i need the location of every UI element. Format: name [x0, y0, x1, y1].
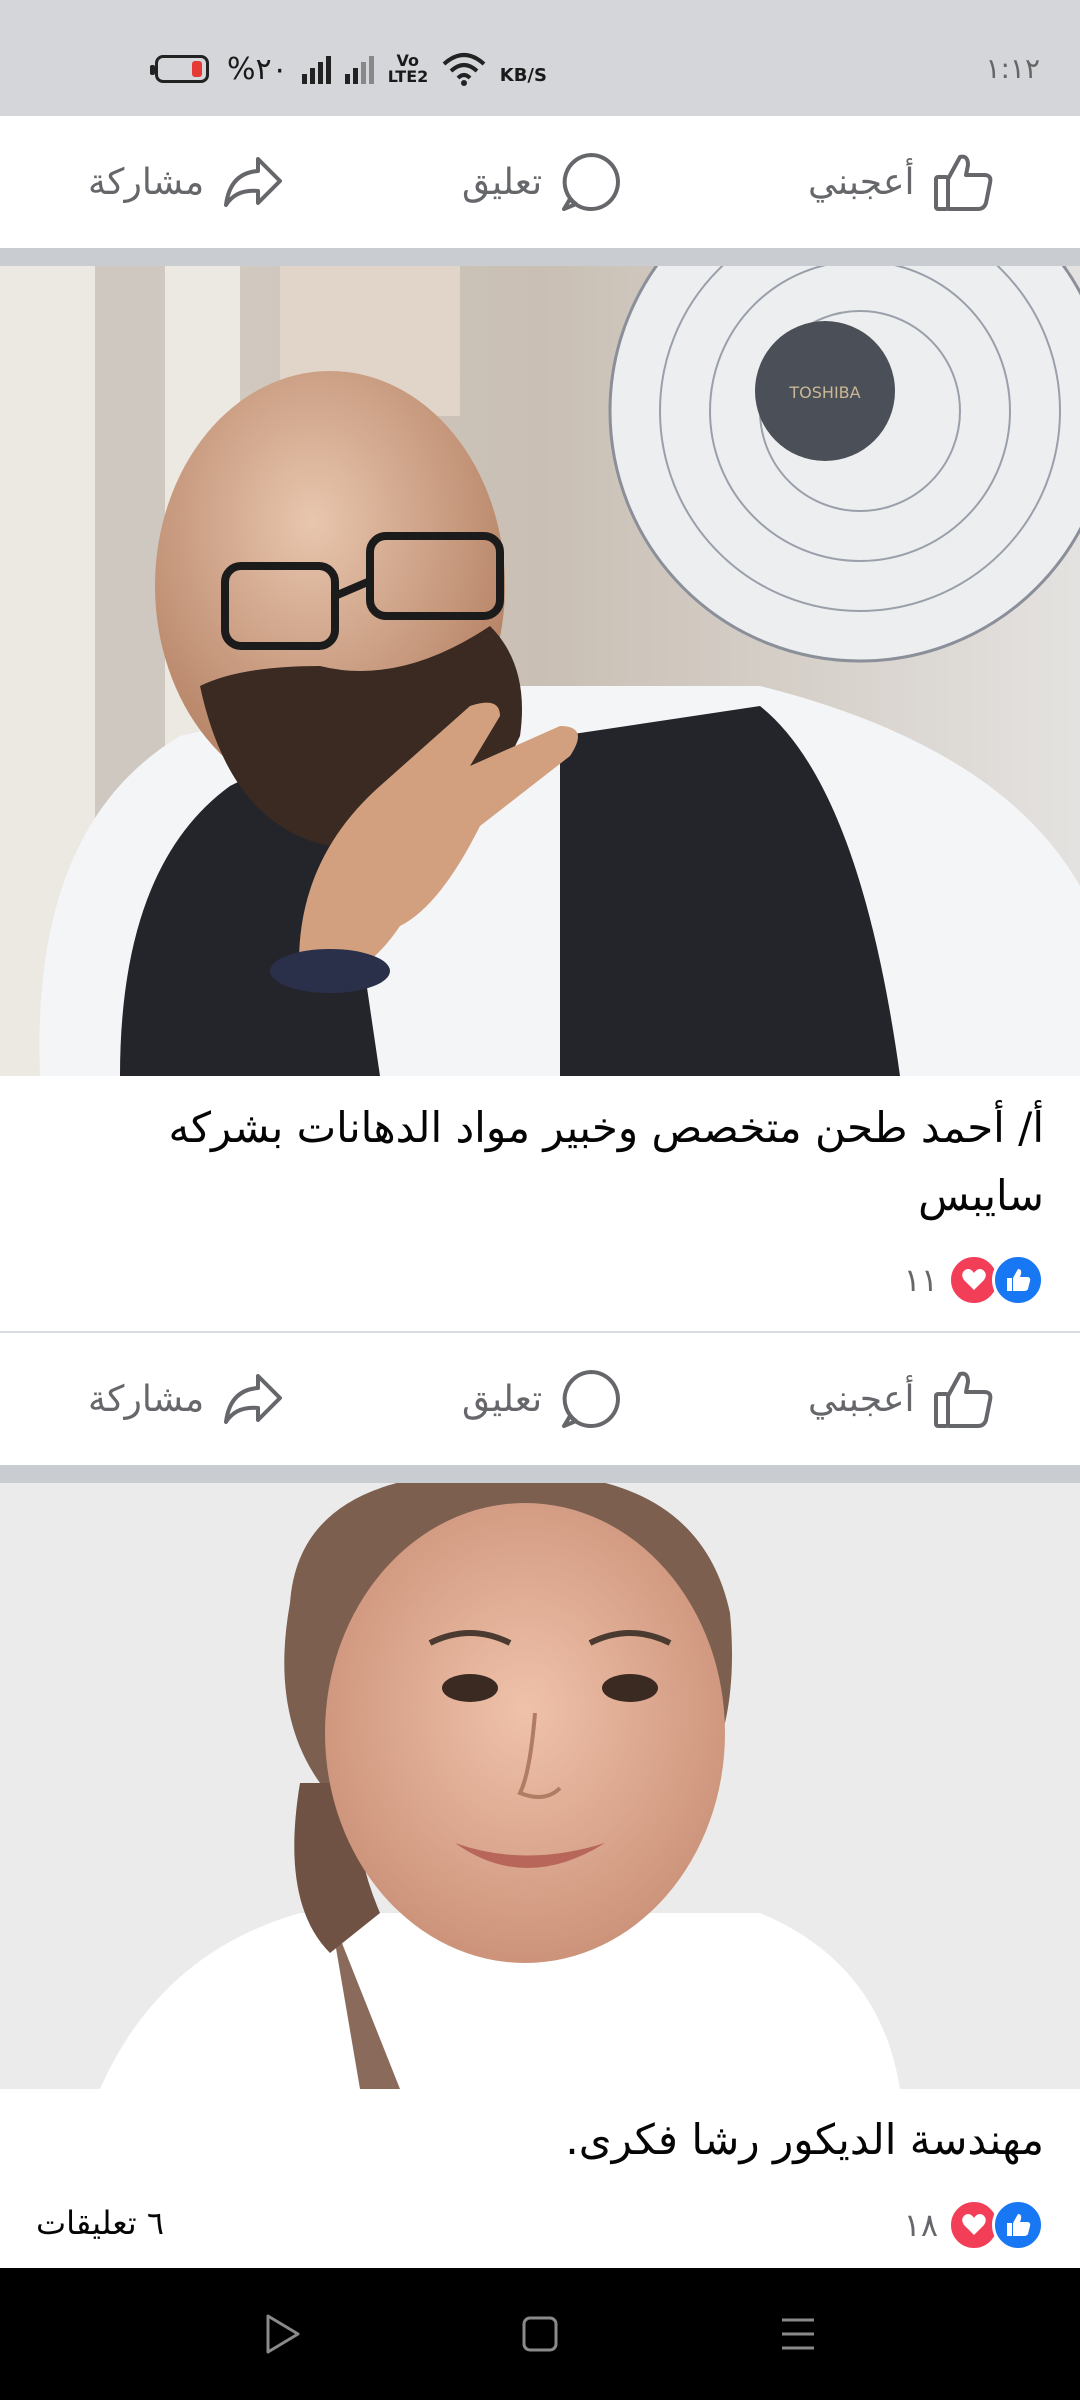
signal-icon: [344, 54, 374, 84]
reactions-summary[interactable]: ١١: [904, 1254, 1044, 1306]
recents-menu-icon[interactable]: [778, 2312, 818, 2356]
reaction-count: ١٨: [903, 2206, 938, 2244]
share-button[interactable]: مشاركة: [88, 116, 284, 248]
photo-woman: [0, 1483, 1080, 2089]
share-icon: [224, 1374, 283, 1424]
reactions-summary[interactable]: ١٨: [904, 2199, 1044, 2251]
separator: [0, 248, 1080, 266]
battery-percent: %٢٠: [227, 51, 288, 87]
home-square-icon[interactable]: [520, 2312, 560, 2356]
comment-label: تعليق: [462, 1378, 543, 1420]
share-icon: [224, 157, 283, 207]
post-photo[interactable]: [0, 1483, 1080, 2089]
comment-icon: [562, 153, 621, 211]
like-button[interactable]: أعجبني: [808, 1333, 994, 1465]
thumbs-up-icon: [934, 154, 993, 211]
share-label: مشاركة: [88, 1378, 205, 1420]
post-photo[interactable]: TOSHIBA: [0, 266, 1080, 1076]
like-button[interactable]: أعجبني: [808, 116, 994, 248]
like-label: أعجبني: [808, 1378, 915, 1420]
like-reaction-icon: [992, 2199, 1044, 2251]
system-nav-bar: [0, 2268, 1080, 2400]
post-caption: أ/ أحمد طحن متخصص وخبير مواد الدهانات بش…: [168, 1103, 1044, 1220]
like-reaction-icon: [992, 1254, 1044, 1306]
comment-button[interactable]: تعليق: [462, 116, 622, 248]
separator: [0, 1465, 1080, 1483]
photo-man: TOSHIBA: [0, 266, 1080, 1076]
wifi-icon: [442, 53, 486, 86]
post-action-bar: مشاركة تعليق أعجبني: [0, 1333, 1080, 1465]
share-button[interactable]: مشاركة: [88, 1333, 284, 1465]
like-label: أعجبني: [808, 161, 915, 203]
reaction-count: ١١: [903, 1261, 938, 1299]
thumbs-up-icon: [934, 1371, 993, 1428]
comment-label: تعليق: [462, 161, 543, 203]
reaction-icons: [948, 1254, 1044, 1306]
status-time: ١:١٢: [985, 52, 1040, 85]
share-label: مشاركة: [88, 161, 205, 203]
svg-text:TOSHIBA: TOSHIBA: [788, 383, 860, 402]
comment-button[interactable]: تعليق: [462, 1333, 622, 1465]
battery-icon: [150, 55, 209, 83]
status-bar: %٢٠ Vo LTE2 KB/S ١:١٢: [0, 0, 1080, 116]
signal-icon: [301, 54, 331, 84]
post-caption: مهندسة الديكور رشا فكرى.: [565, 2115, 1044, 2164]
back-triangle-icon[interactable]: [262, 2312, 302, 2356]
status-icons: %٢٠ Vo LTE2 KB/S: [150, 44, 547, 94]
volte-icon: Vo LTE2: [387, 51, 429, 86]
post-action-bar: مشاركة تعليق أعجبني: [0, 116, 1080, 248]
network-speed: KB/S: [499, 64, 547, 86]
reaction-icons: [948, 2199, 1044, 2251]
comments-count-link[interactable]: ٦ تعليقات: [36, 2204, 164, 2242]
comment-icon: [562, 1370, 621, 1428]
